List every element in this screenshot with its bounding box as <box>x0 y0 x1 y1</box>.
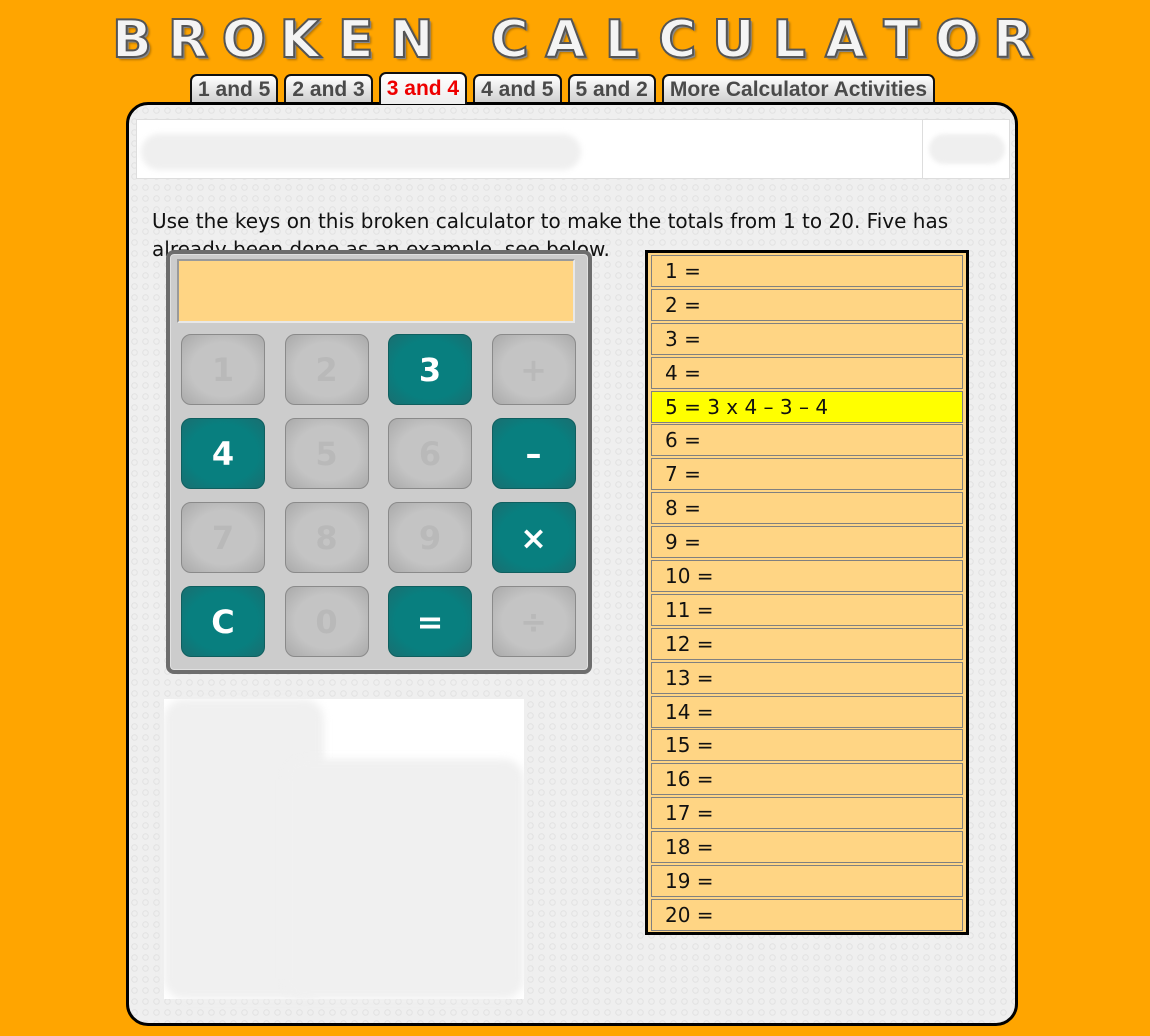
key-minus[interactable]: – <box>491 418 576 489</box>
key-8: 8 <box>284 502 369 573</box>
total-row[interactable]: 1 = <box>651 255 963 287</box>
broken-calculator: 1 2 3 +4 5 6– 7 8 9 × C 0 = ÷ <box>166 250 592 674</box>
key-plus: + <box>491 334 576 405</box>
ad-side-slot <box>922 120 1009 178</box>
title-letter: C <box>489 9 529 71</box>
key-clear[interactable]: C <box>181 586 265 657</box>
total-row[interactable]: 11 = <box>651 593 963 626</box>
total-row[interactable]: 16 = <box>651 763 963 796</box>
key-multiply[interactable]: × <box>491 502 576 573</box>
title-letter: B <box>111 9 153 71</box>
title-letter: R <box>992 9 1034 71</box>
title-letter: A <box>824 9 866 71</box>
title-letter: T <box>882 9 919 71</box>
total-row-example[interactable]: 5 = 3 x 4 – 3 – 4 <box>651 390 963 423</box>
key-5: 5 <box>284 418 369 489</box>
ad-content-blurred <box>141 134 581 170</box>
title-letter: L <box>772 9 807 71</box>
totals-list: 1 = 2 = 3 = 4 = 5 = 3 x 4 – 3 – 46 = 7 = 8 = 9 … <box>645 250 969 935</box>
key-0: 0 <box>284 586 369 657</box>
calculator-display <box>177 259 575 323</box>
ad-banner-top <box>136 119 1010 179</box>
total-row[interactable]: 12 = <box>651 627 963 660</box>
total-row[interactable]: 14 = <box>651 695 963 728</box>
ad-box-bottom <box>164 699 524 999</box>
total-row[interactable]: 10 = <box>651 560 963 593</box>
key-divide: ÷ <box>491 586 576 657</box>
tab-5-and-2[interactable]: 5 and 2 <box>567 74 656 102</box>
total-row[interactable]: 18 = <box>651 831 963 864</box>
tab-4-and-5[interactable]: 4 and 5 <box>473 74 562 102</box>
main-panel: Use the keys on this broken calculator t… <box>126 102 1018 1026</box>
total-row[interactable]: 17 = <box>651 797 963 830</box>
tab-1-and-5[interactable]: 1 and 5 <box>190 74 279 102</box>
key-3[interactable]: 3 <box>388 334 472 405</box>
title-letter: L <box>604 9 639 71</box>
key-1: 1 <box>181 334 265 405</box>
key-9: 9 <box>388 502 472 573</box>
key-equals[interactable]: = <box>388 586 472 657</box>
key-7: 7 <box>181 502 265 573</box>
total-row[interactable]: 8 = <box>651 492 963 525</box>
key-2: 2 <box>284 334 369 405</box>
title-letter: K <box>279 9 321 71</box>
calculator-keypad: 1 2 3 +4 5 6– 7 8 9 × C 0 = ÷ <box>181 334 577 657</box>
tab-more-calculator-activities[interactable]: More Calculator Activities <box>661 74 936 102</box>
total-row[interactable]: 20 = <box>651 898 963 931</box>
title-letter: C <box>657 9 697 71</box>
total-row[interactable]: 4 = <box>651 356 963 389</box>
title-letter: O <box>221 9 267 71</box>
total-row[interactable]: 2 = <box>651 288 963 321</box>
total-row[interactable]: 15 = <box>651 729 963 762</box>
title-letter: A <box>544 9 586 71</box>
ad-side-blurred <box>929 134 1005 164</box>
activity-tabs: 1 and 52 and 33 and 44 and 55 and 2 More … <box>190 72 936 104</box>
title-letter: R <box>167 9 209 71</box>
title-letter: O <box>934 9 980 71</box>
total-row[interactable]: 19 = <box>651 865 963 898</box>
key-6: 6 <box>388 418 472 489</box>
total-row[interactable]: 6 = <box>651 424 963 457</box>
total-row[interactable]: 3 = <box>651 322 963 355</box>
title-letter: N <box>389 9 435 71</box>
tab-2-and-3[interactable]: 2 and 3 <box>284 74 373 102</box>
tab-3-and-4[interactable]: 3 and 4 <box>378 72 468 104</box>
total-row[interactable]: 7 = <box>651 458 963 491</box>
total-row[interactable]: 9 = <box>651 526 963 559</box>
total-row[interactable]: 13 = <box>651 661 963 694</box>
title-letter: E <box>337 9 375 71</box>
page-title: BROKENCALCULATOR <box>105 9 1040 71</box>
title-letter: U <box>711 9 755 71</box>
key-4[interactable]: 4 <box>181 418 265 489</box>
